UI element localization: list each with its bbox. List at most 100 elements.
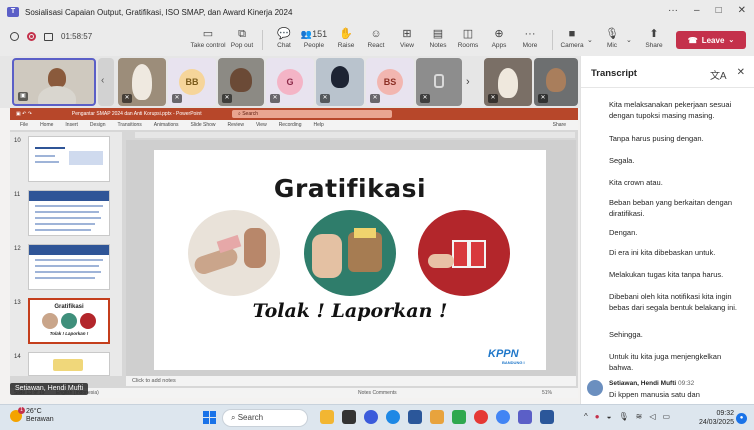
more-options-icon[interactable]: ···	[668, 5, 678, 16]
network-icon[interactable]: ◒	[607, 412, 612, 421]
chevron-down-icon: ⌄	[728, 37, 735, 44]
slide-thumbnail[interactable]	[28, 136, 110, 182]
ribbon-share-button[interactable]: Share	[553, 120, 566, 130]
taskbar-search[interactable]: ⌕ Search	[222, 409, 308, 427]
transcript-line: Kita crown atau.	[609, 178, 663, 187]
mic-off-icon: ✕	[320, 94, 330, 103]
minimize-icon[interactable]: –	[694, 5, 700, 16]
tray-app-icon[interactable]: ●	[595, 412, 600, 421]
share-button[interactable]: ⬆ Share	[636, 27, 672, 49]
ribbon-tab-transitions[interactable]: Transitions	[118, 120, 142, 130]
transcript-line: Tanpa harus pusing dengan.	[609, 134, 704, 143]
battery-icon[interactable]: ▭	[662, 412, 670, 421]
window-titlebar: T Sosialisasi Capaian Output, Gratifikas…	[0, 0, 754, 24]
slide-thumbnail[interactable]	[28, 244, 110, 290]
participant-tile-6[interactable]: ✕	[316, 58, 364, 106]
teams-icon[interactable]	[518, 410, 532, 424]
transcript-line: Segala.	[609, 156, 635, 165]
powerpoint-file-title: Pengantar SMAP 2024 dan Anti Korupsi.ppt…	[71, 111, 202, 117]
participant-tile-bs[interactable]: BS ✕	[366, 58, 414, 106]
close-icon[interactable]: ✕	[737, 67, 745, 82]
folder-icon[interactable]	[430, 410, 444, 424]
ribbon-tab-home[interactable]: Home	[40, 120, 53, 130]
weather-widget[interactable]: 26°C Berawan	[10, 407, 54, 424]
chevron-up-icon[interactable]: ^	[584, 412, 588, 421]
start-button[interactable]	[203, 411, 216, 424]
share-icon: ⬆	[649, 28, 659, 40]
ribbon-tab-design[interactable]: Design	[90, 120, 106, 130]
slide-thumbnail[interactable]	[28, 190, 110, 236]
mic-off-icon: ✕	[370, 94, 380, 103]
volume-icon[interactable]: ◁	[649, 412, 655, 421]
chevron-right-icon[interactable]: ›	[466, 76, 470, 88]
powerpoint-status-bar: Slide 13 of 19 English (Indonesia) Notes…	[10, 388, 578, 398]
ribbon-tab-view[interactable]: View	[256, 120, 267, 130]
ribbon-tab-review[interactable]: Review	[228, 120, 244, 130]
more-button[interactable]: ··· More	[512, 27, 548, 49]
mic-button[interactable]: 🎙 Mic	[594, 27, 630, 49]
slide-thumbnail-selected[interactable]: Gratifikasi Tolak ! Laporkan !	[28, 298, 110, 344]
ribbon-tab-insert[interactable]: Insert	[65, 120, 78, 130]
powerpoint-search[interactable]: ⌕ Search	[232, 110, 392, 118]
raise-hand-icon: ✋	[339, 28, 353, 40]
participant-tile-speaker[interactable]: ▣	[12, 58, 96, 106]
language-icon[interactable]: 文A	[710, 67, 727, 82]
notification-icon[interactable]: ●	[736, 413, 747, 424]
transcript-line: Di kppen manusia satu dan	[609, 390, 700, 399]
wifi-icon[interactable]: ≋	[636, 412, 643, 421]
close-icon[interactable]: ✕	[738, 5, 746, 16]
ribbon-tab-animations[interactable]: Animations	[154, 120, 179, 130]
avatar: BS	[377, 69, 403, 95]
notes-pane[interactable]: Click to add notes	[126, 376, 576, 386]
chrome-icon[interactable]	[496, 410, 510, 424]
edge-icon[interactable]	[386, 410, 400, 424]
transcript-body[interactable]: Kita melaksanakan pekerjaan sesuai denga…	[581, 88, 754, 404]
store-icon[interactable]	[408, 410, 422, 424]
file-explorer-icon[interactable]	[320, 410, 334, 424]
slide-thumbnail[interactable]	[28, 352, 110, 376]
taskbar-clock[interactable]: 09:32 24/03/2025	[698, 409, 734, 427]
recording-icon	[27, 32, 36, 41]
powerpoint-ribbon-tabs: File Home Insert Design Transitions Anim…	[10, 120, 578, 130]
ribbon-tab-slideshow[interactable]: Slide Show	[191, 120, 216, 130]
mic-chevron-icon[interactable]: ⌄	[626, 36, 632, 44]
shield-icon	[10, 32, 19, 41]
notes-comments-toggle[interactable]: Notes Comments	[358, 388, 397, 398]
ribbon-tab-recording[interactable]: Recording	[279, 120, 302, 130]
mic-off-icon: ✕	[420, 94, 430, 103]
app-icon[interactable]	[474, 410, 488, 424]
people-button[interactable]: 👥151 People	[296, 27, 332, 49]
kppn-logo: KPPN BANDUNG I	[488, 348, 525, 365]
participant-tile-g[interactable]: G ✕	[266, 58, 314, 106]
participant-tile-2[interactable]: ✕	[118, 58, 166, 106]
participant-tile-10[interactable]: ✕	[534, 58, 578, 106]
participant-tile-8[interactable]: ✕	[416, 58, 462, 106]
pop-out-button[interactable]: ⧉ Pop out	[224, 27, 260, 49]
slide-title: Gratifikasi	[273, 174, 427, 203]
slide-canvas[interactable]: Gratifikasi Tolak ! Laporkan ! KPPN BAND…	[154, 150, 546, 370]
ribbon-tab-file[interactable]: File	[20, 120, 28, 130]
task-view-icon[interactable]	[342, 410, 356, 424]
save-icon[interactable]: ▣ ↶ ↷	[16, 111, 32, 117]
take-control-button[interactable]: ▭ Take control	[190, 27, 226, 49]
participant-tile-4[interactable]: ✕	[218, 58, 264, 106]
participant-tile-9[interactable]: ✕	[484, 58, 532, 106]
whatsapp-icon[interactable]	[452, 410, 466, 424]
maximize-icon[interactable]: □	[716, 5, 722, 16]
camera-chevron-icon[interactable]: ⌄	[587, 36, 593, 44]
slide-editor[interactable]: Gratifikasi Tolak ! Laporkan ! KPPN BAND…	[126, 140, 576, 376]
gallery-scroll-left[interactable]: ‹	[98, 58, 114, 106]
transcript-line: Sehingga.	[609, 330, 643, 339]
meet-icon[interactable]	[364, 410, 378, 424]
zoom-level[interactable]: 51%	[542, 388, 552, 398]
avatar	[587, 380, 603, 396]
mic-icon[interactable]: 🎙	[618, 412, 628, 421]
word-icon[interactable]	[540, 410, 554, 424]
window-title: Sosialisasi Capaian Output, Gratifikasi,…	[25, 7, 293, 17]
ribbon-tab-help[interactable]: Help	[313, 120, 323, 130]
leave-button[interactable]: ☎ Leave ⌄	[676, 31, 746, 49]
more-icon: ···	[524, 28, 536, 40]
red-gift-image	[418, 210, 510, 296]
camera-button[interactable]: ■ Camera	[554, 27, 590, 49]
participant-tile-bb[interactable]: BB ✕	[168, 58, 216, 106]
